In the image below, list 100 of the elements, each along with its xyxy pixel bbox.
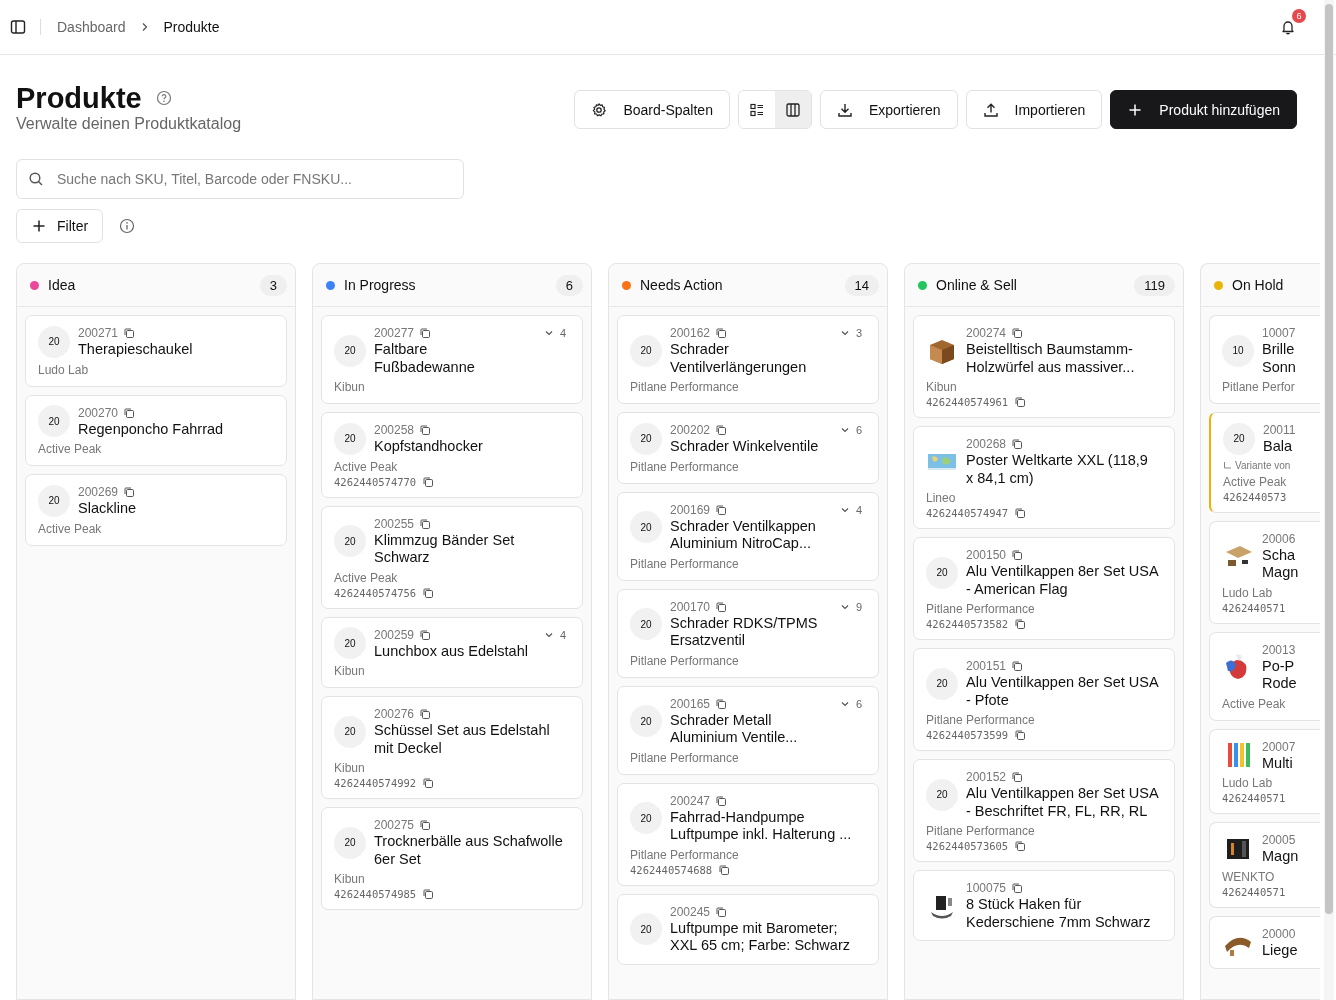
- product-card[interactable]: 200274 Beistelltisch Baumstamm-Holzwürfel aus massiver... Kibun 4262440574961: [913, 315, 1175, 418]
- copy-icon[interactable]: [419, 327, 432, 339]
- copy-icon[interactable]: [1011, 438, 1024, 450]
- sku-text: 200270: [78, 405, 119, 420]
- column-title: Online & Sell: [936, 277, 1018, 293]
- product-card[interactable]: 20005 Magn WENKTO 4262440571: [1209, 822, 1320, 908]
- product-card[interactable]: 20 200255 Klimmzug Bänder Set Schwarz Active Peak 4262440574756: [321, 505, 583, 609]
- scrollbar[interactable]: [1324, 0, 1334, 1000]
- product-card[interactable]: 20013 Po-P Rode Active Peak: [1209, 631, 1320, 721]
- product-card[interactable]: 20 200202 Schrader Winkelventile 6 Pitlane Performance: [617, 412, 879, 484]
- product-card[interactable]: 20 200152 Alu Ventilkappen 8er Set USA - Beschriftet FR, FL, RR, RL Pitlane Performance 4262440573605: [913, 759, 1175, 862]
- product-card[interactable]: 20 200169 Schrader Ventilkappen Aluminium NitroCap... 4 Pitlane Performance: [617, 491, 879, 581]
- product-title: Schrader RDKS/TPMS Ersatzventil: [670, 614, 819, 650]
- product-card[interactable]: 20 200277 Faltbare Fußbadewanne 4 Kibun: [321, 315, 583, 404]
- product-card[interactable]: 20 200258 Kopfstandhocker Active Peak 4262440574770: [321, 412, 583, 498]
- product-card[interactable]: 20 200275 Trocknerbälle aus Schafwolle 6er Set Kibun 4262440574985: [321, 807, 583, 910]
- product-card[interactable]: 20 200269 Slackline Active Peak: [25, 474, 287, 546]
- brand-text: Lineo: [926, 491, 957, 505]
- copy-icon[interactable]: [419, 819, 432, 831]
- product-title: Slackline: [78, 500, 138, 518]
- copy-icon[interactable]: [1011, 660, 1024, 672]
- copy-icon[interactable]: [419, 517, 432, 530]
- brand-text: Kibun: [334, 380, 366, 394]
- product-card[interactable]: 20 200245 Luftpumpe mit Barometer; XXL 65 cm; Farbe: Schwarz: [617, 893, 879, 965]
- barcode-text: 4262440574756: [334, 586, 417, 599]
- copy-icon[interactable]: [123, 406, 136, 419]
- product-title: 8 Stück Haken für Kederschiene 7mm Schwarz: [966, 896, 1152, 931]
- copy-icon[interactable]: [715, 327, 728, 339]
- product-card[interactable]: 200268 Poster Weltkarte XXL (118,9 x 84,1 cm) Lineo 4262440574947: [913, 426, 1175, 529]
- product-card[interactable]: 20 20011 Bala Variante von Active Peak 4262440573: [1209, 412, 1320, 513]
- variants-toggle[interactable]: 6: [839, 697, 862, 710]
- brand-text: Pitlane Performance: [630, 380, 740, 394]
- export-button[interactable]: Exportieren: [819, 90, 958, 129]
- product-card[interactable]: 20 200276 Schüssel Set aus Edelstahl mit Deckel Kibun 4262440574992: [321, 696, 583, 799]
- column-count: 119: [1134, 274, 1175, 296]
- copy-icon[interactable]: [1011, 771, 1024, 783]
- variants-toggle[interactable]: 4: [839, 503, 862, 516]
- copy-icon[interactable]: [419, 628, 432, 641]
- product-card[interactable]: 20 200150 Alu Ventilkappen 8er Set USA - American Flag Pitlane Performance 4262440573582: [913, 537, 1175, 640]
- help-icon[interactable]: [155, 90, 172, 106]
- copy-icon[interactable]: [1014, 729, 1027, 741]
- copy-icon[interactable]: [419, 708, 432, 720]
- product-card[interactable]: 20 200162 Schrader Ventilverlängerungen 3 Pitlane Performance: [617, 315, 879, 404]
- variants-toggle[interactable]: 3: [839, 327, 862, 339]
- copy-icon[interactable]: [1014, 840, 1027, 852]
- product-card[interactable]: 100075 8 Stück Haken für Kederschiene 7mm Schwarz: [913, 870, 1175, 941]
- product-card[interactable]: 20 200259 Lunchbox aus Edelstahl 4 Kibun: [321, 616, 583, 688]
- add-product-button[interactable]: Produkt hinzufügen: [1110, 90, 1297, 129]
- variants-toggle[interactable]: 6: [839, 424, 862, 436]
- column-count: 6: [555, 274, 583, 296]
- product-card[interactable]: 20007 Multi Ludo Lab 4262440571: [1209, 728, 1320, 814]
- board-columns-button[interactable]: Board-Spalten: [574, 90, 730, 129]
- sidebar-toggle-icon[interactable]: [10, 19, 26, 35]
- product-card[interactable]: 20 200247 Fahrrad-Handpumpe Luftpumpe inkl. Halterung ... Pitlane Performance 4262440574688: [617, 782, 879, 886]
- variants-toggle[interactable]: 9: [839, 600, 862, 613]
- copy-icon[interactable]: [1014, 618, 1027, 630]
- board-view-button[interactable]: [774, 91, 811, 128]
- product-title: Faltbare Fußbadewanne: [374, 341, 476, 376]
- breadcrumb-link[interactable]: Produkte: [163, 19, 220, 35]
- breadcrumb-link[interactable]: Dashboard: [57, 19, 126, 35]
- product-card[interactable]: 20 200151 Alu Ventilkappen 8er Set USA - Pfote Pitlane Performance 4262440573599: [913, 648, 1175, 751]
- copy-icon[interactable]: [422, 475, 435, 488]
- product-card[interactable]: 20 200170 Schrader RDKS/TPMS Ersatzventil 9 Pitlane Performance: [617, 588, 879, 678]
- avatar: 20: [38, 325, 70, 358]
- copy-icon[interactable]: [1011, 882, 1024, 894]
- copy-icon[interactable]: [715, 600, 728, 613]
- copy-icon[interactable]: [422, 777, 435, 789]
- copy-icon[interactable]: [1014, 507, 1027, 519]
- product-card[interactable]: 20 200165 Schrader Metall Aluminium Ventile... 6 Pitlane Performance: [617, 685, 879, 775]
- copy-icon[interactable]: [1014, 396, 1027, 408]
- copy-icon[interactable]: [422, 586, 435, 599]
- info-icon[interactable]: [119, 218, 136, 234]
- copy-icon[interactable]: [715, 503, 728, 516]
- copy-icon[interactable]: [422, 888, 435, 900]
- variants-toggle[interactable]: 4: [543, 327, 566, 339]
- copy-icon[interactable]: [715, 697, 728, 710]
- copy-icon[interactable]: [1011, 549, 1024, 561]
- copy-icon[interactable]: [715, 424, 728, 436]
- product-card[interactable]: 10 10007 Brille Sonn Pitlane Perfor: [1209, 315, 1320, 404]
- avatar: 20: [334, 715, 366, 748]
- copy-icon[interactable]: [715, 905, 728, 918]
- product-card[interactable]: 20 200271 Therapieschaukel Ludo Lab: [25, 315, 287, 387]
- product-card[interactable]: 20000 Liege: [1209, 915, 1320, 969]
- filter-button[interactable]: Filter: [16, 209, 104, 243]
- product-card[interactable]: 20006 Scha Magn Ludo Lab 4262440571: [1209, 520, 1320, 624]
- copy-icon[interactable]: [718, 863, 731, 876]
- brand-text: Pitlane Performance: [630, 750, 740, 765]
- search-field[interactable]: Suche nach SKU, Titel, Barcode oder FNSKU...: [16, 159, 464, 199]
- sku-text: 100075: [966, 881, 1007, 895]
- copy-icon[interactable]: [715, 794, 728, 807]
- copy-icon[interactable]: [1011, 327, 1024, 339]
- copy-icon[interactable]: [123, 327, 136, 339]
- barcode-text: 4262440571: [1222, 885, 1286, 898]
- copy-icon[interactable]: [123, 486, 136, 498]
- product-card[interactable]: 20 200270 Regenponcho Fahrrad Active Peak: [25, 394, 287, 466]
- import-button[interactable]: Importieren: [965, 90, 1103, 129]
- variants-toggle[interactable]: 4: [543, 628, 566, 641]
- copy-icon[interactable]: [419, 424, 432, 436]
- product-title: Therapieschaukel: [78, 341, 194, 359]
- column-title: Idea: [48, 277, 77, 293]
